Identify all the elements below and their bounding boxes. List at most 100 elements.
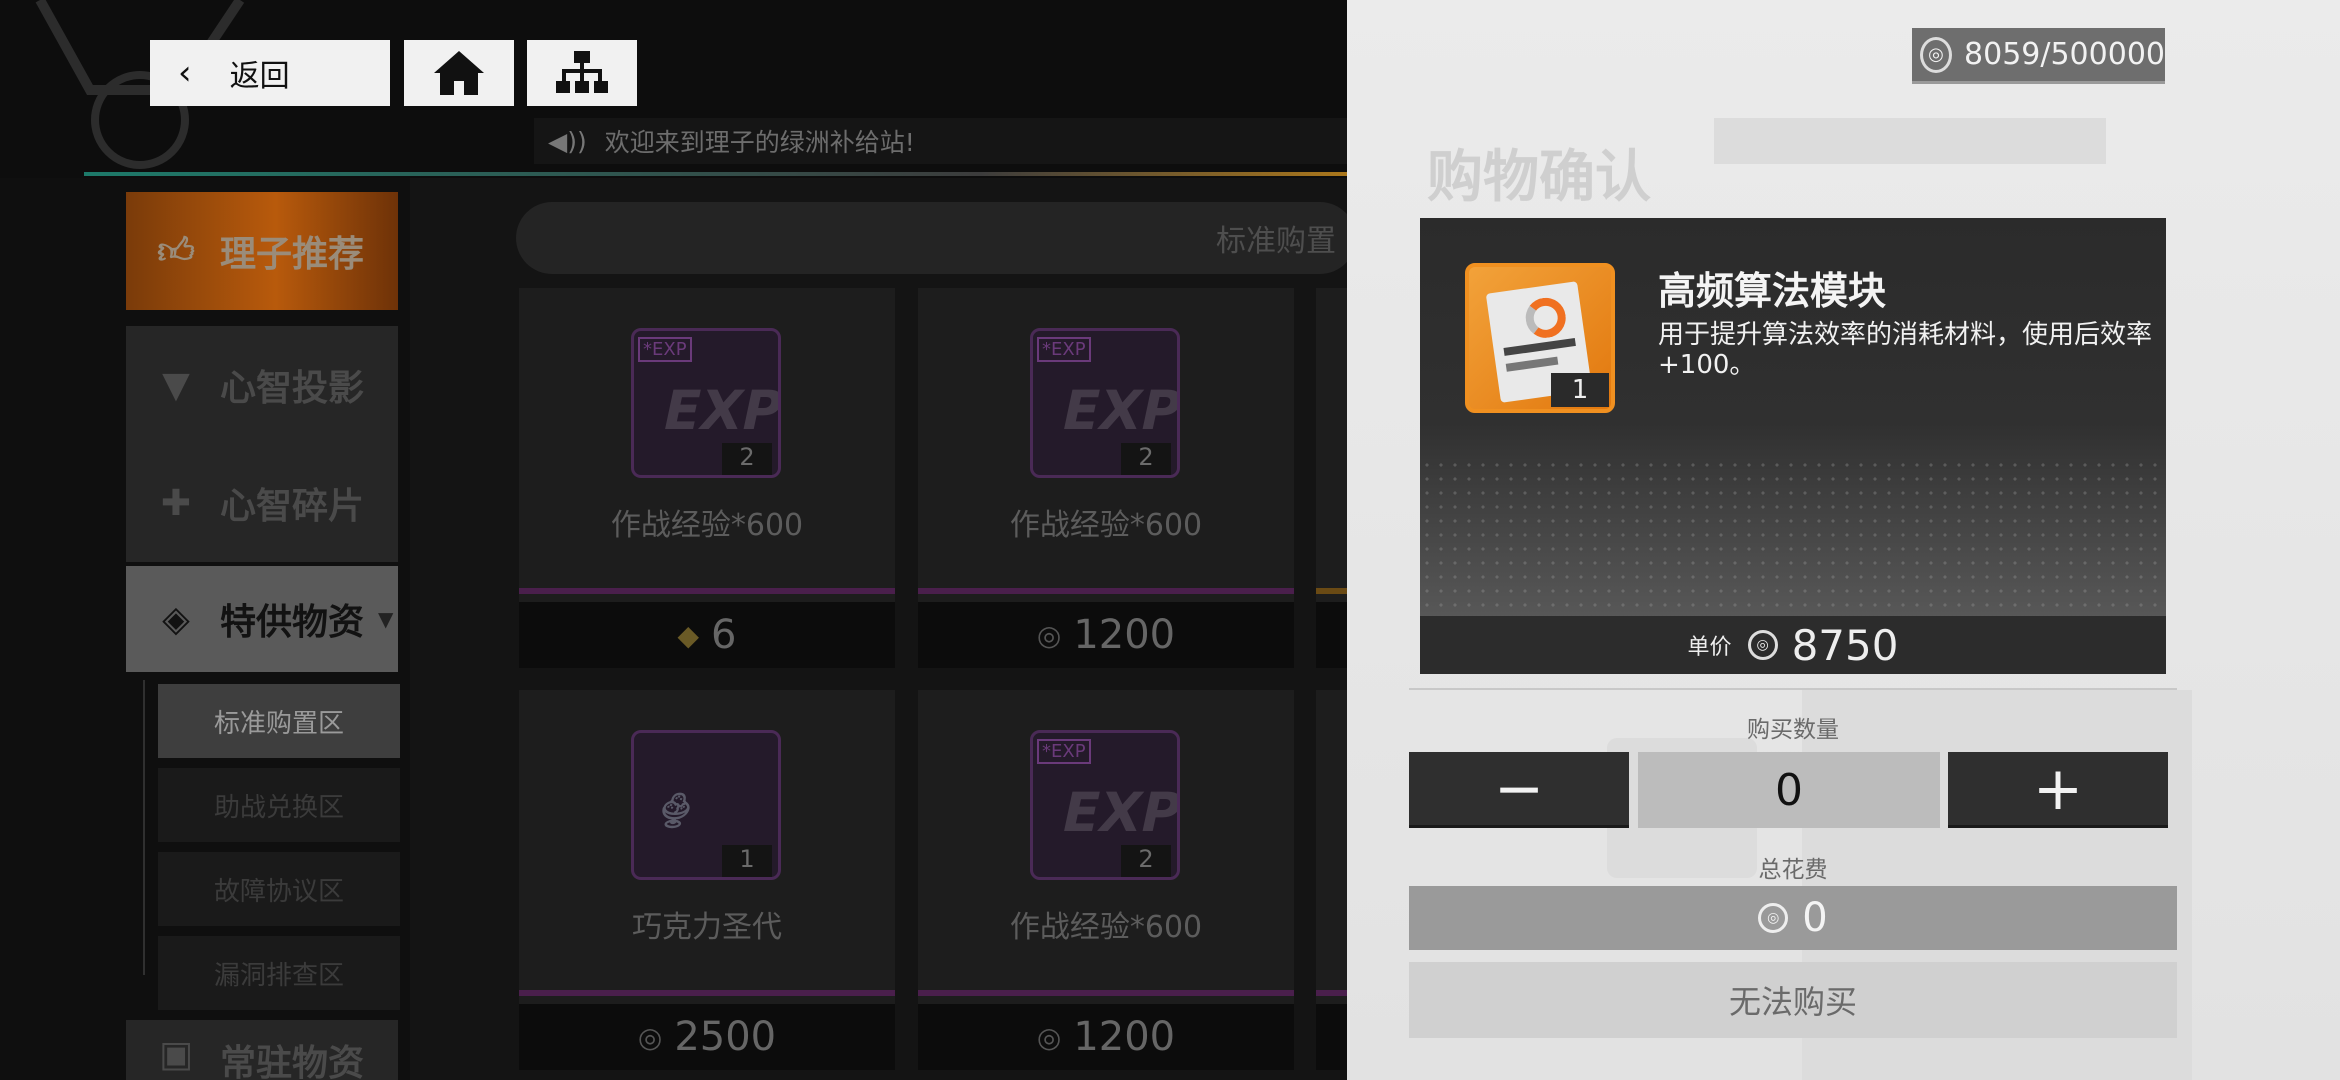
shop-item-card-partial[interactable] [1316, 690, 1347, 1070]
item-qty: 2 [1121, 443, 1171, 475]
rarity-glow [918, 990, 1294, 996]
item-tag: *EXP [638, 337, 692, 362]
item-name: 作战经验*600 [1009, 910, 1203, 945]
back-label: 返回 [229, 59, 290, 94]
unit-price-value: 8750 [1791, 620, 1899, 670]
coin-icon: ◎ [1920, 36, 1953, 73]
item-qty: 2 [1121, 845, 1171, 877]
quantity-value: 0 [1638, 752, 1940, 828]
subcategory-bug[interactable]: 漏洞排查区 [158, 936, 400, 1010]
item-price: ◎ 1200 [918, 1004, 1294, 1070]
shop-item-card[interactable]: 🍨︎ 1 巧克力圣代 ◎ 2500 [519, 690, 895, 1070]
category-label: 心智投影 [220, 368, 365, 409]
announcement-ticker: ◀)) 欢迎来到理子的绿洲补给站! [534, 118, 1347, 164]
category-special-supplies[interactable]: ◈ 特供物资 ▼ [126, 566, 398, 672]
chevron-left-icon: ‹ [178, 53, 192, 93]
dot-pattern [1420, 458, 2166, 618]
thumbs-up-icon: 👍︎ [157, 231, 195, 272]
subcategory-assist[interactable]: 助战兑换区 [158, 768, 400, 842]
item-tag: *EXP [1037, 337, 1091, 362]
box-icon: ▣ [158, 1034, 193, 1075]
speaker-icon: ◀)) [548, 126, 587, 156]
price-value: 2500 [674, 1014, 777, 1060]
accent-divider [84, 172, 1347, 176]
item-art: *EXP EXP 2 [631, 328, 781, 478]
section-title: 标准购置 [1216, 224, 1336, 259]
shop-background: ‹ 返回 ◀)) 欢迎来到理子的绿洲补给站! 👍︎ 理子推荐 ▼ 心智投影 ✚ … [0, 0, 1347, 1080]
category-recommended[interactable]: 👍︎ 理子推荐 [126, 192, 398, 310]
back-button[interactable]: ‹ 返回 [150, 40, 390, 106]
rarity-glow [1316, 588, 1347, 594]
price-value: 1200 [1073, 1014, 1176, 1060]
subcategory-standard[interactable]: 标准购置区 [158, 684, 400, 758]
coin-icon: ◎ [1747, 630, 1778, 660]
item-name: 巧克力圣代 [632, 910, 782, 945]
shop-item-card[interactable]: *EXP EXP 2 作战经验*600 ◎ 1200 [918, 288, 1294, 668]
exp-graphic-icon: EXP [1056, 379, 1180, 442]
home-button[interactable] [404, 40, 514, 106]
item-price: ◎ 1200 [918, 602, 1294, 668]
total-cost-value: 0 [1802, 895, 1828, 941]
category-label: 常驻物资 [220, 1043, 365, 1080]
item-art: 🍨︎ 1 [631, 730, 781, 880]
home-icon [434, 51, 484, 95]
modal-title: 购物确认 [1427, 145, 1651, 210]
ticker-text: 欢迎来到理子的绿洲补给站! [604, 128, 915, 157]
rarity-glow [1316, 990, 1347, 996]
item-name: 作战经验*600 [610, 508, 804, 543]
item-price: ◎ 2500 [519, 1004, 895, 1070]
item-price: ◆ 6 [519, 602, 895, 668]
shop-item-card[interactable]: *EXP EXP 2 作战经验*600 ◆ 6 [519, 288, 895, 668]
sundae-image-icon: 🍨︎ [649, 791, 702, 831]
stripe-graphic [1505, 356, 1559, 372]
shop-item-card-partial[interactable] [1316, 288, 1347, 668]
item-qty: 2 [722, 443, 772, 475]
increase-quantity-button[interactable]: + [1948, 752, 2168, 828]
shirt-icon: ▼ [162, 364, 190, 406]
category-fragments[interactable]: ✚ 心智碎片 [126, 444, 398, 562]
quantity-label: 购买数量 [1747, 717, 1839, 743]
coin-icon: ◎ [1758, 903, 1789, 933]
item-tag: *EXP [1037, 739, 1091, 764]
chip-currency-icon: ◆ [677, 618, 700, 652]
item-qty: 1 [722, 845, 772, 877]
total-cost-bar: ◎ 0 [1409, 886, 2177, 950]
stripe-graphic [1503, 337, 1576, 356]
item-price [1316, 602, 1347, 668]
coin-icon: ◎ [1036, 1020, 1062, 1054]
ghost-tab-bar [1714, 118, 2106, 164]
algorithm-module-icon: 1 [1465, 263, 1615, 413]
rarity-glow [519, 990, 895, 996]
item-description: 用于提升算法效率的消耗材料，使用后效率+100。 [1658, 320, 2153, 380]
caret-down-icon: ▼ [378, 607, 394, 631]
dial-graphic [1523, 295, 1569, 341]
coin-icon: ◎ [637, 1020, 663, 1054]
category-projection[interactable]: ▼ 心智投影 [126, 326, 398, 444]
category-regular[interactable]: ▣ 常驻物资 [126, 1020, 398, 1080]
purchase-button[interactable]: 无法购买 [1409, 962, 2177, 1038]
purchase-confirm-panel: 购物确认 ◎ 8059/500000 1 高频算法模块 用于提升算法效率的消耗材… [1347, 0, 2340, 1080]
puzzle-icon: ✚ [160, 482, 192, 524]
divider [1409, 688, 2177, 690]
unit-price-bar: 单价 ◎ 8750 [1420, 616, 2166, 674]
item-price [1316, 1004, 1347, 1070]
decrease-quantity-button[interactable]: − [1409, 752, 1629, 828]
layers-icon: ◈ [162, 598, 190, 640]
currency-value: 8059/500000 [1964, 37, 2165, 72]
item-art: *EXP EXP 2 [1030, 328, 1180, 478]
rarity-glow [918, 588, 1294, 594]
item-name: 高频算法模块 [1658, 269, 1887, 313]
currency-counter: ◎ 8059/500000 [1912, 28, 2165, 84]
category-label: 心智碎片 [220, 486, 365, 527]
sitemap-icon [556, 51, 608, 93]
subcategory-fault[interactable]: 故障协议区 [158, 852, 400, 926]
item-qty: 1 [1551, 373, 1609, 407]
coin-icon: ◎ [1036, 618, 1062, 652]
shop-item-card[interactable]: *EXP EXP 2 作战经验*600 ◎ 1200 [918, 690, 1294, 1070]
sitemap-button[interactable] [527, 40, 637, 106]
price-value: 1200 [1073, 612, 1176, 658]
exp-graphic-icon: EXP [1056, 781, 1180, 844]
total-cost-label: 总花费 [1758, 857, 1828, 883]
category-label: 特供物资 [220, 602, 365, 643]
exp-graphic-icon: EXP [657, 379, 781, 442]
